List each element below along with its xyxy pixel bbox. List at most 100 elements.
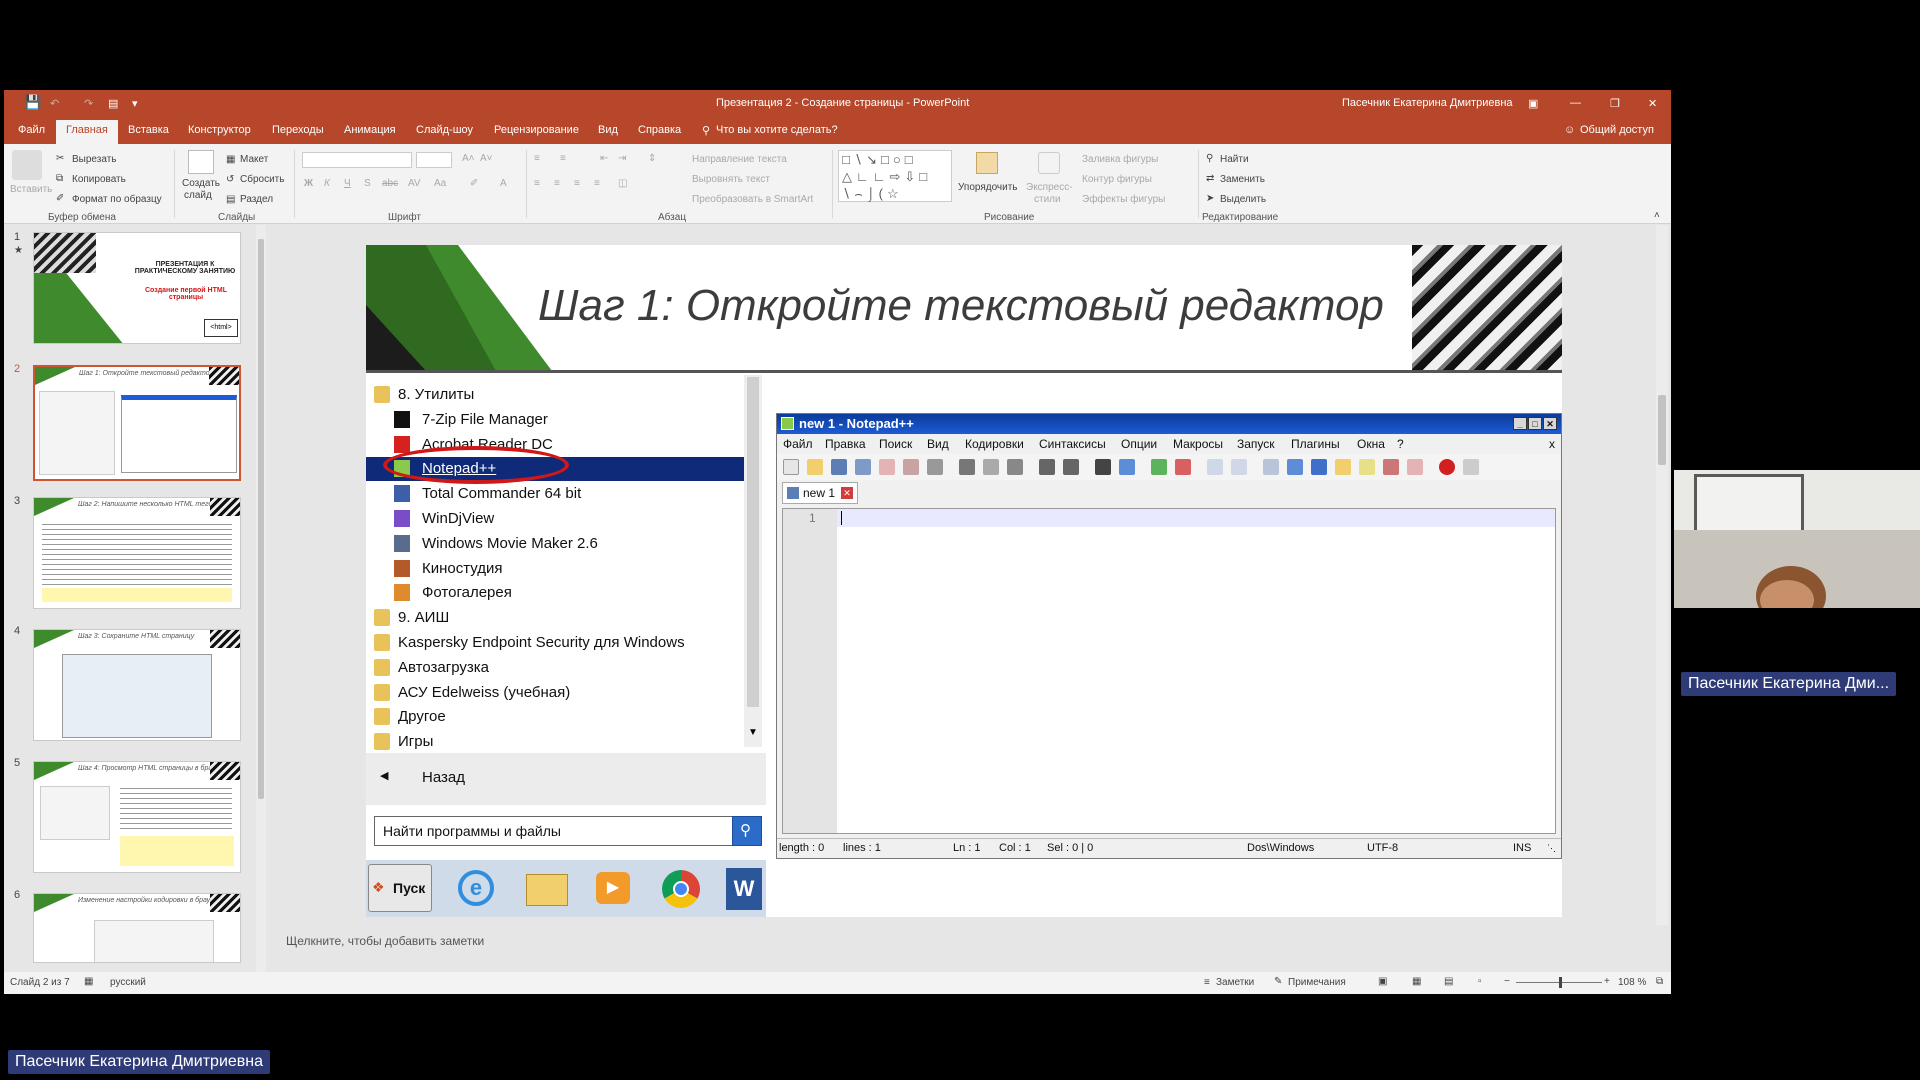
- doc-map-icon[interactable]: [1335, 459, 1351, 475]
- copy-button[interactable]: Копировать: [72, 174, 126, 185]
- comments-button[interactable]: Примечания: [1288, 977, 1346, 988]
- replace-tool-icon[interactable]: [1119, 459, 1135, 475]
- zoom-slider-thumb[interactable]: [1559, 977, 1563, 988]
- slide-canvas[interactable]: Шаг 1: Откройте текстовый редактор 8. Ут…: [366, 245, 1562, 917]
- bold-icon[interactable]: Ж: [304, 178, 313, 189]
- npp-undo-icon[interactable]: [1039, 459, 1055, 475]
- start-menu-item[interactable]: Total Commander 64 bit: [366, 482, 744, 506]
- start-menu-item[interactable]: Kaspersky Endpoint Security для Windows: [366, 631, 744, 655]
- reading-view-icon[interactable]: ▤: [1444, 976, 1453, 987]
- indent-increase-icon[interactable]: ⇥: [618, 153, 626, 164]
- npp-menu-search[interactable]: Поиск: [879, 437, 912, 451]
- paste-file-icon[interactable]: [1007, 459, 1023, 475]
- start-menu-item[interactable]: Фотогалерея: [366, 581, 744, 605]
- quick-styles-button-line2[interactable]: стили: [1034, 194, 1061, 205]
- cut-button[interactable]: Вырезать: [72, 154, 116, 165]
- align-center-icon[interactable]: ≡: [554, 178, 560, 189]
- find-binoculars-icon[interactable]: [1095, 459, 1111, 475]
- function-list-icon[interactable]: [1359, 459, 1375, 475]
- ribbon-display-icon[interactable]: ▣: [1528, 97, 1538, 110]
- slideshow-start-icon[interactable]: ▤: [108, 97, 118, 110]
- line-spacing-icon[interactable]: ⇕: [648, 153, 656, 164]
- explorer-folder-icon[interactable]: [526, 874, 568, 906]
- notes-area[interactable]: Щелкните, чтобы добавить заметки: [266, 926, 1671, 972]
- section-button[interactable]: Раздел: [240, 194, 273, 205]
- scrollbar-thumb[interactable]: [747, 377, 759, 707]
- print-icon[interactable]: [927, 459, 943, 475]
- tab-view[interactable]: Вид: [598, 124, 618, 136]
- new-slide-icon[interactable]: [188, 150, 214, 174]
- select-button[interactable]: Выделить: [1220, 194, 1266, 205]
- change-case-icon[interactable]: Aa: [434, 178, 446, 189]
- npp-menu-edit[interactable]: Правка: [825, 437, 866, 451]
- notes-placeholder[interactable]: Щелкните, чтобы добавить заметки: [286, 934, 484, 948]
- npp-redo-icon[interactable]: [1063, 459, 1079, 475]
- sync-vertical-icon[interactable]: [1207, 459, 1223, 475]
- slide-title[interactable]: Шаг 1: Откройте текстовый редактор: [538, 281, 1384, 331]
- save-icon[interactable]: 💾: [24, 94, 41, 111]
- npp-menu-file[interactable]: Файл: [783, 437, 813, 451]
- save-all-icon[interactable]: [855, 459, 871, 475]
- reset-button[interactable]: Сбросить: [240, 174, 284, 185]
- npp-menu-syntax[interactable]: Синтаксисы: [1039, 437, 1106, 451]
- paste-button[interactable]: Вставить: [10, 184, 52, 195]
- slide-thumbnail-1[interactable]: ПРЕЗЕНТАЦИЯ К ПРАКТИЧЕСКОМУ ЗАНЯТИЮ Созд…: [33, 232, 241, 344]
- slide-thumbnail-3[interactable]: Шаг 2: Напишите несколько HTML тегов: [33, 497, 241, 609]
- maximize-icon[interactable]: ❐: [1610, 97, 1620, 110]
- tab-home[interactable]: Главная: [56, 120, 118, 144]
- scroll-down-icon[interactable]: ▼: [748, 727, 758, 738]
- start-menu-item[interactable]: Автозагрузка: [366, 656, 744, 680]
- scrollbar-thumb[interactable]: [258, 239, 264, 799]
- close-all-icon[interactable]: [903, 459, 919, 475]
- monitoring-icon[interactable]: [1407, 459, 1423, 475]
- collapse-ribbon-icon[interactable]: ˄: [1654, 210, 1660, 221]
- columns-icon[interactable]: ◫: [618, 178, 627, 189]
- char-spacing-icon[interactable]: AV: [408, 178, 421, 189]
- npp-menu-window[interactable]: Окна: [1357, 437, 1385, 451]
- notes-toggle-icon[interactable]: ≡: [1204, 977, 1210, 988]
- close-file-icon[interactable]: [879, 459, 895, 475]
- fit-slide-icon[interactable]: ⧉: [1656, 976, 1663, 987]
- minimize-icon[interactable]: —: [1570, 97, 1581, 109]
- font-size-select[interactable]: [416, 152, 452, 168]
- justify-icon[interactable]: ≡: [594, 178, 600, 189]
- start-menu-item[interactable]: 7-Zip File Manager: [366, 408, 744, 432]
- shape-outline-button[interactable]: Контур фигуры: [1082, 174, 1152, 185]
- strikethrough-icon[interactable]: abc: [382, 178, 398, 189]
- npp-editor[interactable]: 1: [782, 508, 1556, 834]
- numbering-icon[interactable]: ≡: [560, 153, 566, 164]
- npp-document-tab[interactable]: new 1 ✕: [782, 482, 858, 504]
- open-file-icon[interactable]: [807, 459, 823, 475]
- start-menu-item[interactable]: WinDjView: [366, 507, 744, 531]
- tab-animations[interactable]: Анимация: [344, 124, 396, 136]
- smartart-button[interactable]: Преобразовать в SmartArt: [692, 194, 813, 205]
- shape-fill-button[interactable]: Заливка фигуры: [1082, 154, 1158, 165]
- grow-font-icon[interactable]: A˄: [462, 153, 475, 164]
- close-icon[interactable]: ✕: [1648, 97, 1657, 110]
- internet-explorer-icon[interactable]: e: [458, 870, 494, 906]
- slide-thumbnail-6[interactable]: Изменение настройки кодировки в браузере: [33, 893, 241, 963]
- start-button[interactable]: ❖ Пуск: [368, 864, 432, 912]
- npp-menu-plugins[interactable]: Плагины: [1291, 437, 1340, 451]
- slideshow-view-icon[interactable]: ▫: [1478, 976, 1482, 987]
- shapes-gallery[interactable]: □∖↘□○□ △∟∟⇨⇩□ ∖⌢⌡(☆: [838, 150, 952, 202]
- npp-menu-options[interactable]: Опции: [1121, 437, 1157, 451]
- npp-menu-encoding[interactable]: Кодировки: [965, 437, 1024, 451]
- shrink-font-icon[interactable]: A˅: [480, 153, 493, 164]
- slide-thumbnail-2[interactable]: Шаг 1: Откройте текстовый редактор: [33, 365, 241, 481]
- indent-guide-icon[interactable]: [1311, 459, 1327, 475]
- search-icon[interactable]: ⚲: [732, 816, 762, 846]
- new-file-icon[interactable]: [783, 459, 799, 475]
- quick-styles-icon[interactable]: [1038, 152, 1060, 174]
- user-name[interactable]: Пасечник Екатерина Дмитриевна: [1342, 97, 1513, 109]
- zoom-level[interactable]: 108 %: [1618, 977, 1646, 988]
- underline-icon[interactable]: Ч: [344, 178, 351, 189]
- text-direction-button[interactable]: Направление текста: [692, 154, 787, 165]
- folder-workspace-icon[interactable]: [1383, 459, 1399, 475]
- show-all-chars-icon[interactable]: [1287, 459, 1303, 475]
- find-button[interactable]: Найти: [1220, 154, 1249, 165]
- start-search-input[interactable]: Найти программы и файлы: [374, 816, 736, 846]
- npp-menu-macros[interactable]: Макросы: [1173, 437, 1223, 451]
- language-indicator[interactable]: русский: [110, 977, 146, 988]
- tab-slideshow[interactable]: Слайд-шоу: [416, 124, 473, 136]
